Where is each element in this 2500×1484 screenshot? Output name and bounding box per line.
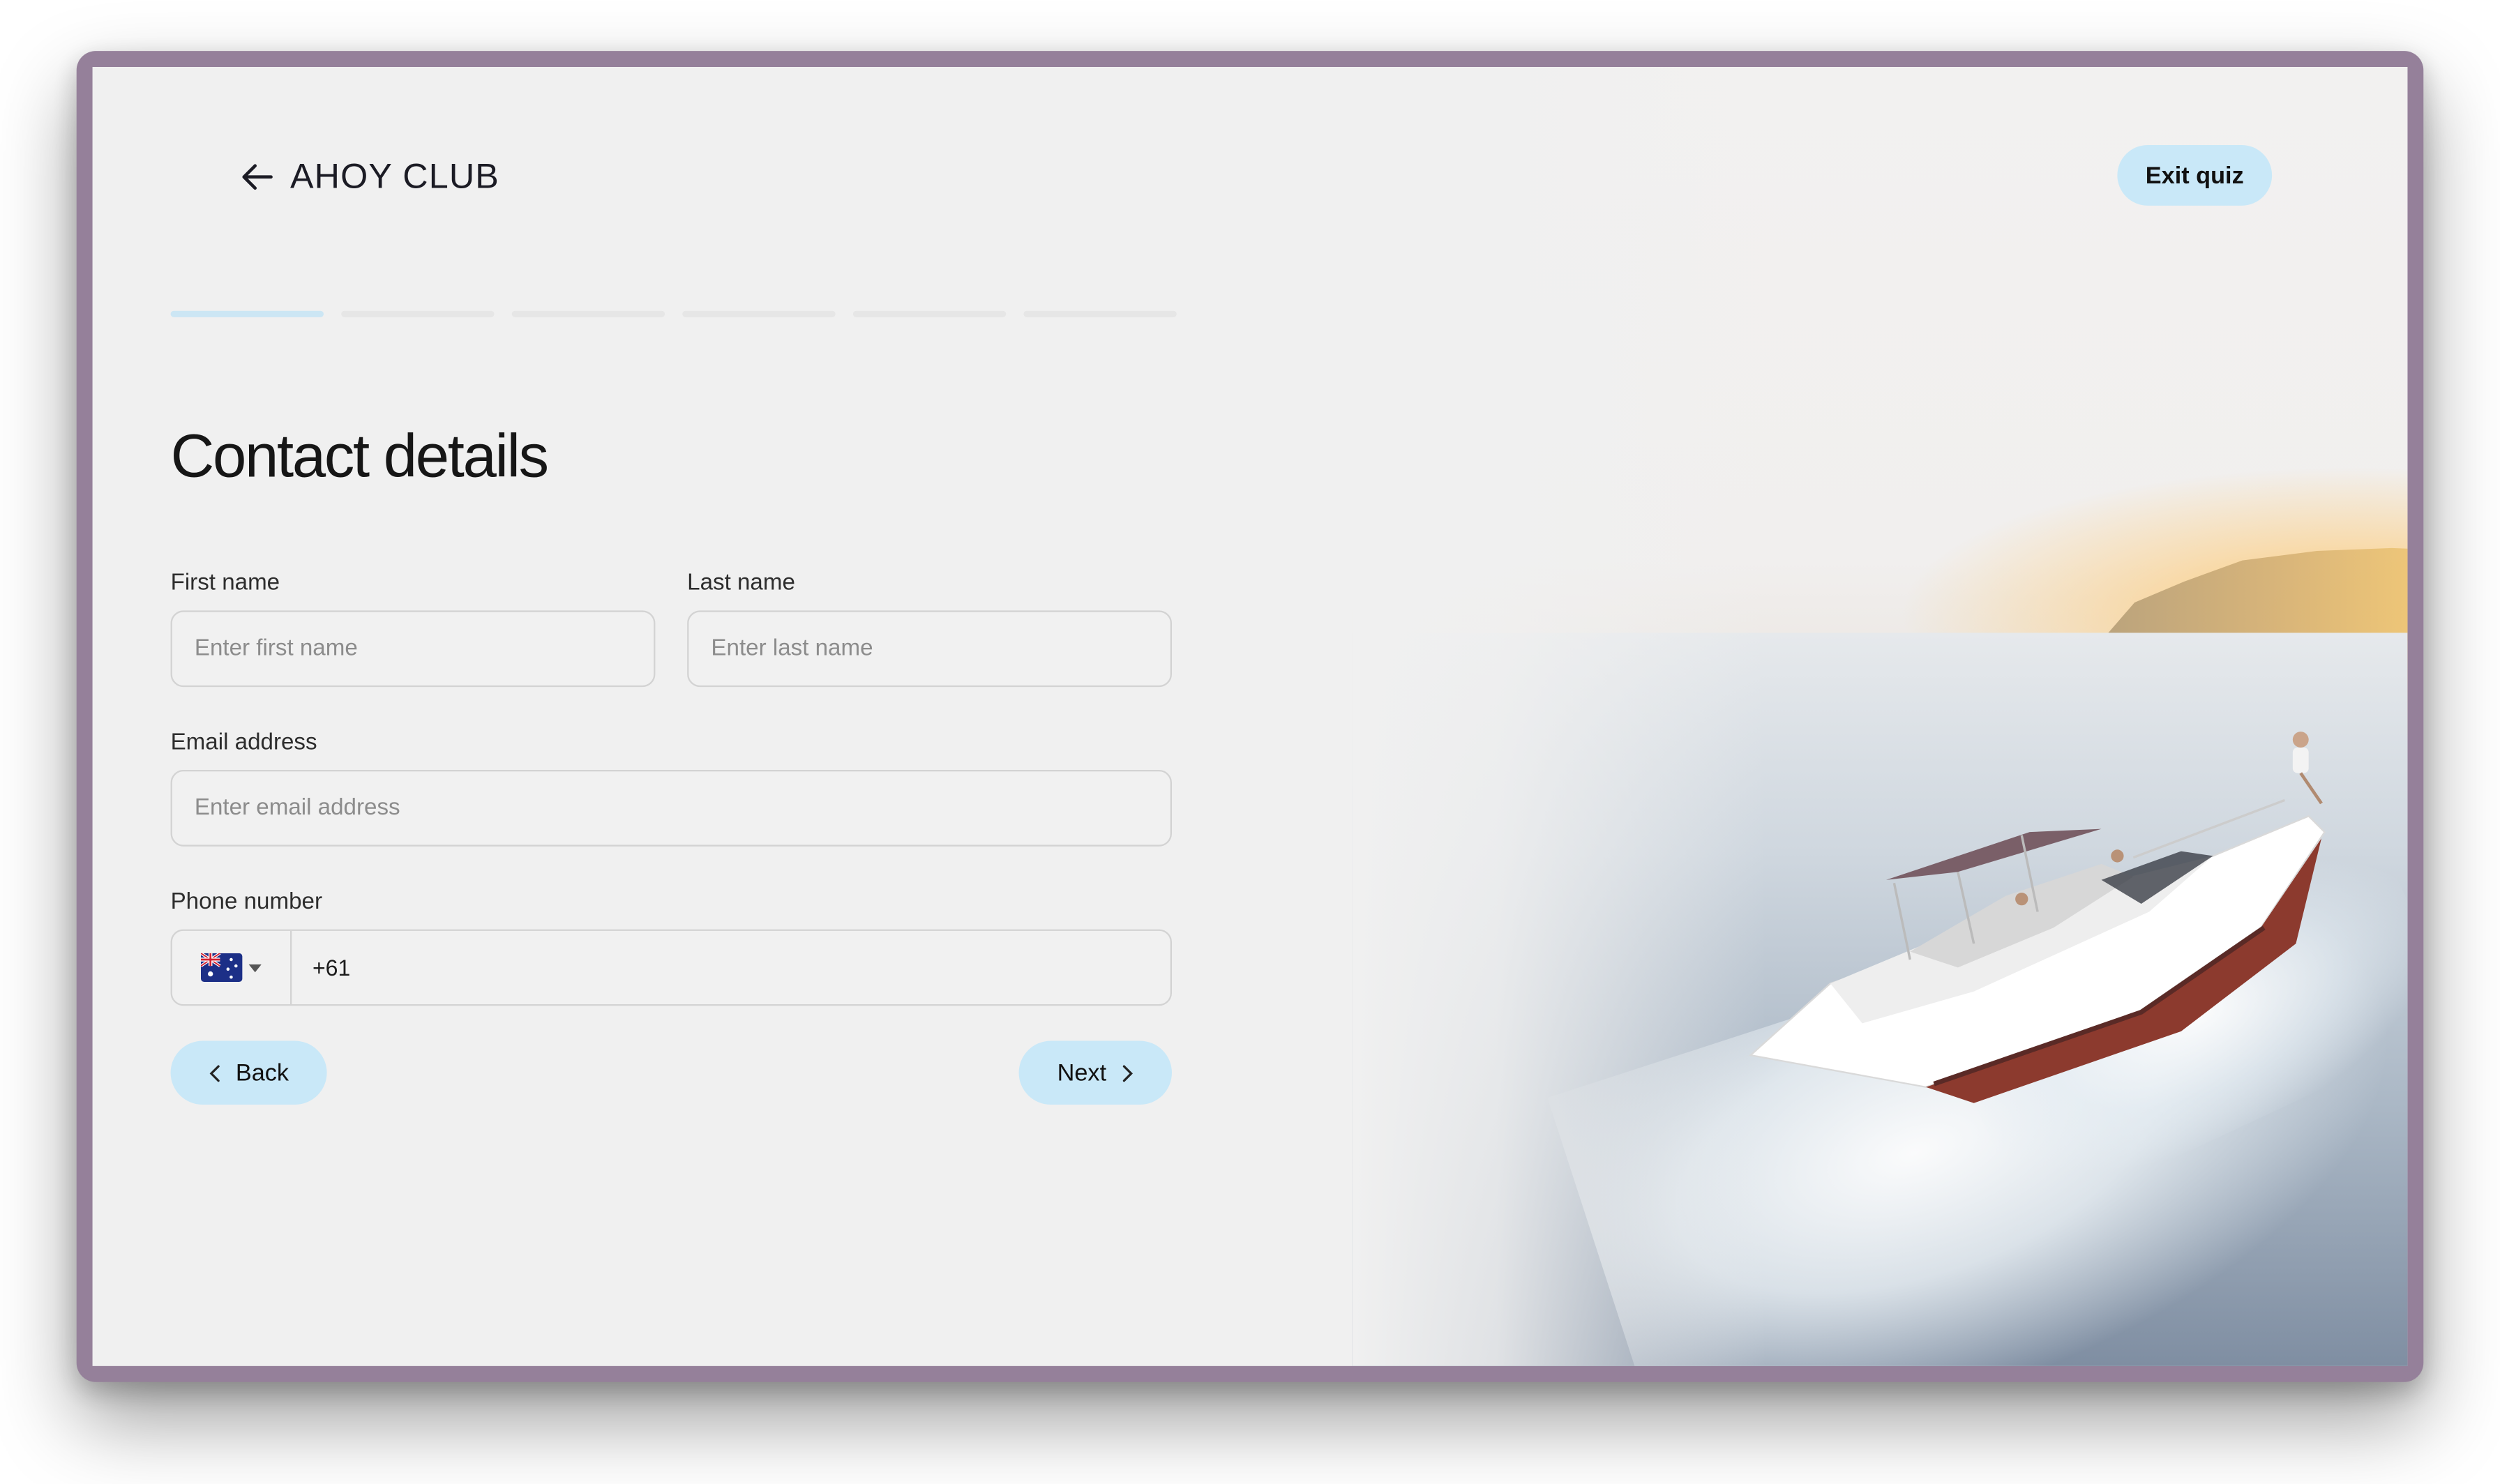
last-name-label: Last name	[687, 570, 795, 596]
progress-step-5	[852, 310, 1007, 317]
chevron-left-icon	[209, 1064, 220, 1082]
back-arrow-icon	[242, 164, 273, 190]
hero-image	[1352, 66, 2408, 1366]
progress-step-3	[511, 310, 665, 317]
progress-step-2	[341, 310, 495, 317]
app-window: AHOY CLUB Exit quiz Contact details Firs…	[92, 66, 2408, 1366]
next-button-label: Next	[1057, 1059, 1107, 1086]
exit-quiz-button[interactable]: Exit quiz	[2117, 144, 2273, 206]
first-name-label: First name	[170, 570, 280, 596]
country-code-select[interactable]	[172, 930, 292, 1004]
chevron-down-icon	[248, 963, 262, 972]
australia-flag	[200, 953, 243, 982]
screen: AHOY CLUB Exit quiz Contact details Firs…	[0, 0, 2500, 1484]
phone-field: +61	[170, 929, 1172, 1006]
first-name-input[interactable]	[170, 610, 656, 688]
hero-fade	[1352, 66, 1767, 1366]
progress-step-6	[1023, 310, 1177, 317]
brand-logo-link[interactable]: AHOY CLUB	[239, 156, 499, 197]
back-button-label: Back	[235, 1059, 289, 1086]
email-label: Email address	[170, 729, 317, 756]
next-button[interactable]: Next	[1018, 1040, 1172, 1105]
back-button[interactable]: Back	[170, 1040, 327, 1105]
speedboat-illustration	[1749, 732, 2326, 1103]
quiz-progress	[170, 310, 1177, 317]
progress-step-1	[170, 310, 324, 317]
phone-label: Phone number	[170, 889, 322, 915]
page-title: Contact details	[170, 423, 550, 491]
brand-name: AHOY CLUB	[289, 156, 499, 197]
email-input[interactable]	[170, 769, 1172, 847]
last-name-input[interactable]	[687, 610, 1172, 688]
progress-step-4	[682, 310, 836, 317]
phone-number-input[interactable]: +61	[292, 931, 1170, 1004]
chevron-right-icon	[1122, 1064, 1133, 1082]
